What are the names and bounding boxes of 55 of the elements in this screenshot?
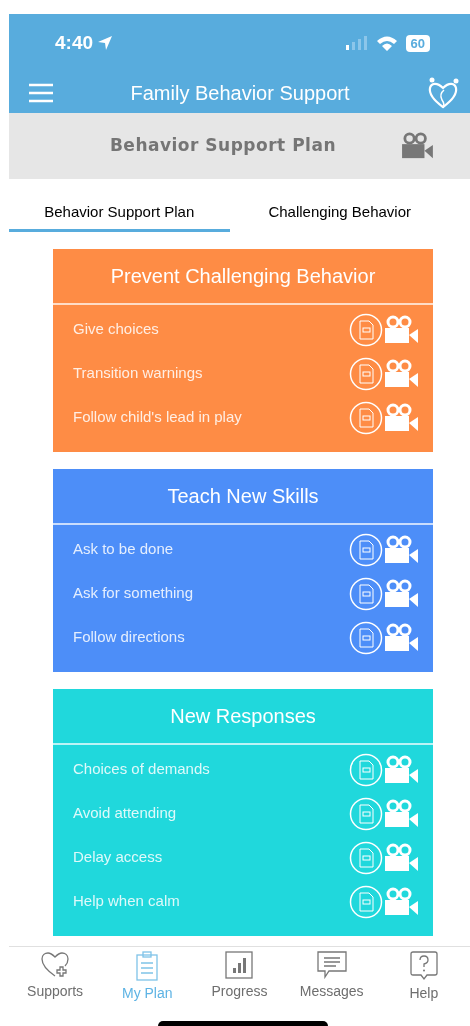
nav-tab[interactable]: Supports (15, 951, 96, 1004)
document-icon[interactable] (349, 752, 383, 787)
battery-indicator: 60 (405, 34, 430, 52)
document-icon[interactable] (349, 576, 383, 611)
page-title: Behavior Support Plan (109, 134, 336, 158)
signal-icon (345, 36, 368, 50)
plan-item[interactable]: Avoid attending (73, 802, 177, 825)
document-icon[interactable] (349, 532, 383, 567)
video-camera-icon[interactable] (383, 886, 419, 917)
document-icon[interactable] (349, 312, 383, 347)
document-icon[interactable] (349, 400, 383, 435)
document-icon[interactable] (349, 356, 383, 391)
plan-item[interactable]: Help when calm (73, 890, 180, 913)
plan-item[interactable]: Transition warnings (73, 362, 203, 385)
document-icon[interactable] (349, 796, 383, 831)
video-camera-icon[interactable] (383, 798, 419, 829)
section-title: New Responses (53, 688, 433, 745)
plan-item[interactable]: Ask to be done (73, 538, 174, 561)
video-camera-icon[interactable] (383, 622, 419, 653)
tab[interactable]: Behavior Support Plan (9, 201, 230, 232)
message-icon (316, 951, 347, 979)
document-icon[interactable] (349, 884, 383, 919)
heart-logo-icon (426, 75, 460, 110)
help-icon (409, 951, 438, 981)
video-camera-icon[interactable] (383, 754, 419, 785)
plan-item[interactable]: Ask for something (73, 582, 194, 605)
clipboard-icon (135, 951, 160, 981)
plan-item[interactable]: Follow child's lead in play (73, 406, 242, 429)
plan-item[interactable]: Delay access (73, 846, 163, 869)
bar-chart-icon (225, 951, 254, 979)
app-title: Family Behavior Support (130, 80, 350, 106)
nav-tab[interactable]: Messages (291, 951, 372, 1004)
document-icon[interactable] (349, 840, 383, 875)
wifi-icon (375, 35, 398, 51)
plan-item[interactable]: Follow directions (73, 626, 185, 649)
video-camera-icon[interactable] (383, 358, 419, 389)
tab[interactable]: Challenging Behavior (229, 201, 450, 232)
plan-item[interactable]: Give choices (73, 318, 159, 341)
section-title: Prevent Challenging Behavior (53, 248, 433, 305)
section-title: Teach New Skills (53, 468, 433, 525)
status-time: 4:40 (55, 30, 94, 55)
nav-tab[interactable]: Help (383, 951, 464, 1004)
plan-item[interactable]: Choices of demands (73, 758, 210, 781)
heart-plus-icon (40, 951, 71, 979)
nav-tab[interactable]: My Plan (107, 951, 188, 1004)
video-camera-icon[interactable] (400, 132, 434, 160)
nav-tab[interactable]: Progress (199, 951, 280, 1004)
location-arrow-icon (97, 35, 114, 51)
video-camera-icon[interactable] (383, 534, 419, 565)
video-camera-icon[interactable] (383, 578, 419, 609)
document-icon[interactable] (349, 620, 383, 655)
menu-icon[interactable] (28, 82, 54, 103)
video-camera-icon[interactable] (383, 402, 419, 433)
video-camera-icon[interactable] (383, 842, 419, 873)
video-camera-icon[interactable] (383, 314, 419, 345)
